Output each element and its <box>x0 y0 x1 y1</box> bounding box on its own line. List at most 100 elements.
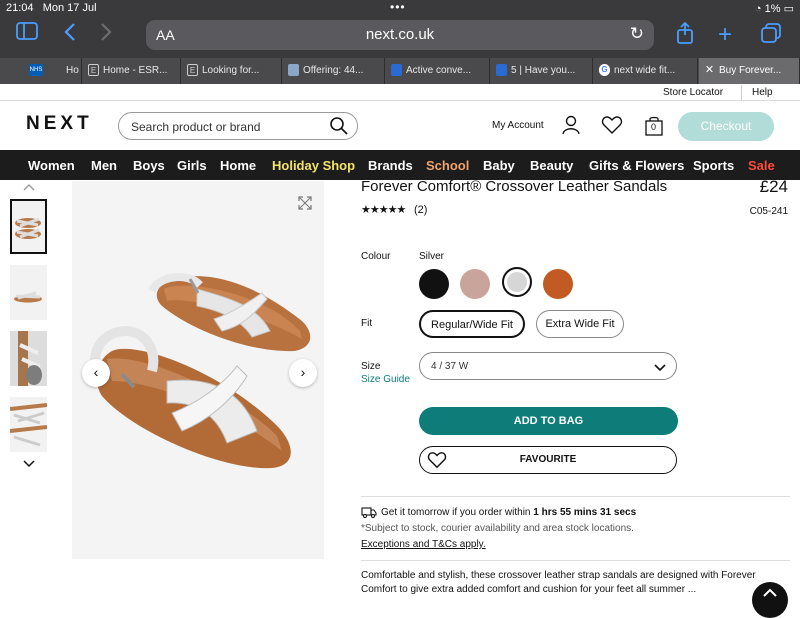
next-image-button[interactable]: › <box>289 359 317 387</box>
browser-tab-active[interactable]: ✕ Buy Forever... <box>699 58 800 84</box>
stock-note: *Subject to stock, courier availability … <box>361 523 634 534</box>
nav-item-gifts-flowers[interactable]: Gifts & Flowers <box>589 158 684 173</box>
tab-title: Offering: 44... <box>303 65 364 76</box>
crown-favicon-icon <box>496 64 507 76</box>
tab-title: Ho <box>66 65 79 76</box>
browser-tab[interactable]: E Looking for... <box>182 58 282 84</box>
size-guide-link[interactable]: Size Guide <box>361 374 410 385</box>
heart-icon <box>426 451 448 480</box>
department-nav: Women Men Boys Girls Home Holiday Shop B… <box>0 150 800 180</box>
delivery-countdown: 1 hrs 55 mins 31 secs <box>533 507 637 518</box>
size-select[interactable]: 4 / 37 W <box>419 352 677 380</box>
nav-item-girls[interactable]: Girls <box>177 158 207 173</box>
thumbnail-2[interactable] <box>10 265 47 320</box>
sidebar-icon[interactable] <box>16 22 38 46</box>
favourite-button[interactable]: FAVOURITE <box>419 446 677 474</box>
account-icon[interactable] <box>561 115 581 140</box>
nav-item-brands[interactable]: Brands <box>368 158 413 173</box>
swatch-silver-fill <box>507 272 527 292</box>
thumbnail-4[interactable] <box>10 397 47 452</box>
nhs-favicon-icon: NHS <box>29 64 43 76</box>
share-icon[interactable] <box>676 21 694 50</box>
help-link[interactable]: Help <box>752 87 773 98</box>
battery-icon: ▭ <box>783 3 794 15</box>
size-label: Size <box>361 361 381 372</box>
browser-tab[interactable]: 5 | Have you... <box>491 58 593 84</box>
chevron-left-icon: ‹ <box>93 364 99 380</box>
back-to-top-button[interactable] <box>752 582 788 618</box>
nav-item-sale[interactable]: Sale <box>748 158 775 173</box>
next-logo[interactable]: NEXT <box>26 113 93 135</box>
tab-overview-icon[interactable] <box>761 23 781 49</box>
nav-item-men[interactable]: Men <box>91 158 117 173</box>
swatch-tan[interactable] <box>543 269 573 299</box>
search-input[interactable]: Search product or brand <box>118 112 358 140</box>
tab-title: Active conve... <box>406 65 472 76</box>
divider <box>361 496 790 497</box>
nav-item-beauty[interactable]: Beauty <box>530 158 573 173</box>
browser-tab[interactable]: G next wide fit... <box>594 58 698 84</box>
swatch-black[interactable] <box>419 269 449 299</box>
search-placeholder: Search product or brand <box>131 120 261 134</box>
terms-link[interactable]: Exceptions and T&Cs apply. <box>361 539 486 550</box>
expand-icon[interactable] <box>298 196 312 215</box>
forward-icon[interactable] <box>100 22 112 48</box>
nav-item-women[interactable]: Women <box>28 158 75 173</box>
new-tab-icon[interactable]: + <box>718 21 732 49</box>
checkout-button[interactable]: Checkout <box>678 112 774 141</box>
fit-extra-wide-button[interactable]: Extra Wide Fit <box>536 310 624 338</box>
favourite-label: FAVOURITE <box>519 454 577 465</box>
google-favicon-icon: G <box>599 64 610 76</box>
url-text[interactable]: next.co.uk <box>146 26 654 43</box>
rating-stars-icon[interactable]: ★★★★★ <box>361 203 406 216</box>
add-to-bag-button[interactable]: ADD TO BAG <box>419 407 678 435</box>
thumbnails-up-icon[interactable] <box>23 178 35 196</box>
wifi-icon: ◔ <box>754 3 762 15</box>
size-value: 4 / 37 W <box>431 361 469 372</box>
browser-toolbar: AA next.co.uk ↻ + <box>0 16 800 58</box>
status-time: 21:04 Mon 17 Jul <box>6 2 97 14</box>
review-count[interactable]: (2) <box>414 204 427 216</box>
bag-icon[interactable]: 0 <box>645 116 663 141</box>
search-icon[interactable] <box>329 116 349 141</box>
close-tab-icon[interactable]: ✕ <box>704 64 715 76</box>
e-favicon-icon: E <box>187 64 198 76</box>
address-bar[interactable]: AA next.co.uk ↻ <box>146 20 654 50</box>
product-description: Comfortable and stylish, these crossover… <box>361 570 756 595</box>
nav-item-sports[interactable]: Sports <box>693 158 734 173</box>
divider <box>741 85 742 100</box>
thumbnail-1[interactable] <box>10 199 47 254</box>
utility-bar: Store Locator Help <box>0 84 800 101</box>
document-favicon-icon <box>288 64 299 76</box>
thumbnail-3[interactable] <box>10 331 47 386</box>
reload-icon[interactable]: ↻ <box>630 24 644 44</box>
fit-regular-wide-button[interactable]: Regular/Wide Fit <box>419 310 525 338</box>
tab-title: next wide fit... <box>614 65 676 76</box>
bag-count: 0 <box>651 122 657 132</box>
thumbnails-down-icon[interactable] <box>23 455 35 473</box>
product-title: Forever Comfort® Crossover Leather Sanda… <box>361 178 668 195</box>
favourites-heart-icon[interactable] <box>601 115 623 140</box>
my-account-link[interactable]: My Account <box>492 120 544 131</box>
back-icon[interactable] <box>64 22 76 48</box>
status-bar: 21:04 Mon 17 Jul ••• ◔ 1% ▭ <box>0 0 800 16</box>
nav-item-boys[interactable]: Boys <box>133 158 165 173</box>
selected-colour: Silver <box>419 251 445 262</box>
browser-tab[interactable]: E Home - ESR... <box>83 58 181 84</box>
store-locator-link[interactable]: Store Locator <box>663 87 723 98</box>
swatch-silver-selected[interactable] <box>502 267 532 297</box>
e-favicon-icon: E <box>88 64 99 76</box>
multitask-dots-icon[interactable]: ••• <box>390 0 406 14</box>
browser-tab[interactable]: Active conve... <box>386 58 490 84</box>
delivery-message: Get it tomorrow if you order within 1 hr… <box>381 507 637 518</box>
product-price: £24 <box>759 177 788 196</box>
browser-tab[interactable]: Offering: 44... <box>283 58 385 84</box>
browser-tab[interactable]: NHS Ho <box>26 58 82 84</box>
swatch-rose-gold[interactable] <box>460 269 490 299</box>
nav-item-holiday-shop[interactable]: Holiday Shop <box>272 158 355 173</box>
tab-title: Looking for... <box>202 65 260 76</box>
nav-item-school[interactable]: School <box>426 158 469 173</box>
nav-item-baby[interactable]: Baby <box>483 158 515 173</box>
nav-item-home[interactable]: Home <box>220 158 256 173</box>
prev-image-button[interactable]: ‹ <box>82 359 110 387</box>
